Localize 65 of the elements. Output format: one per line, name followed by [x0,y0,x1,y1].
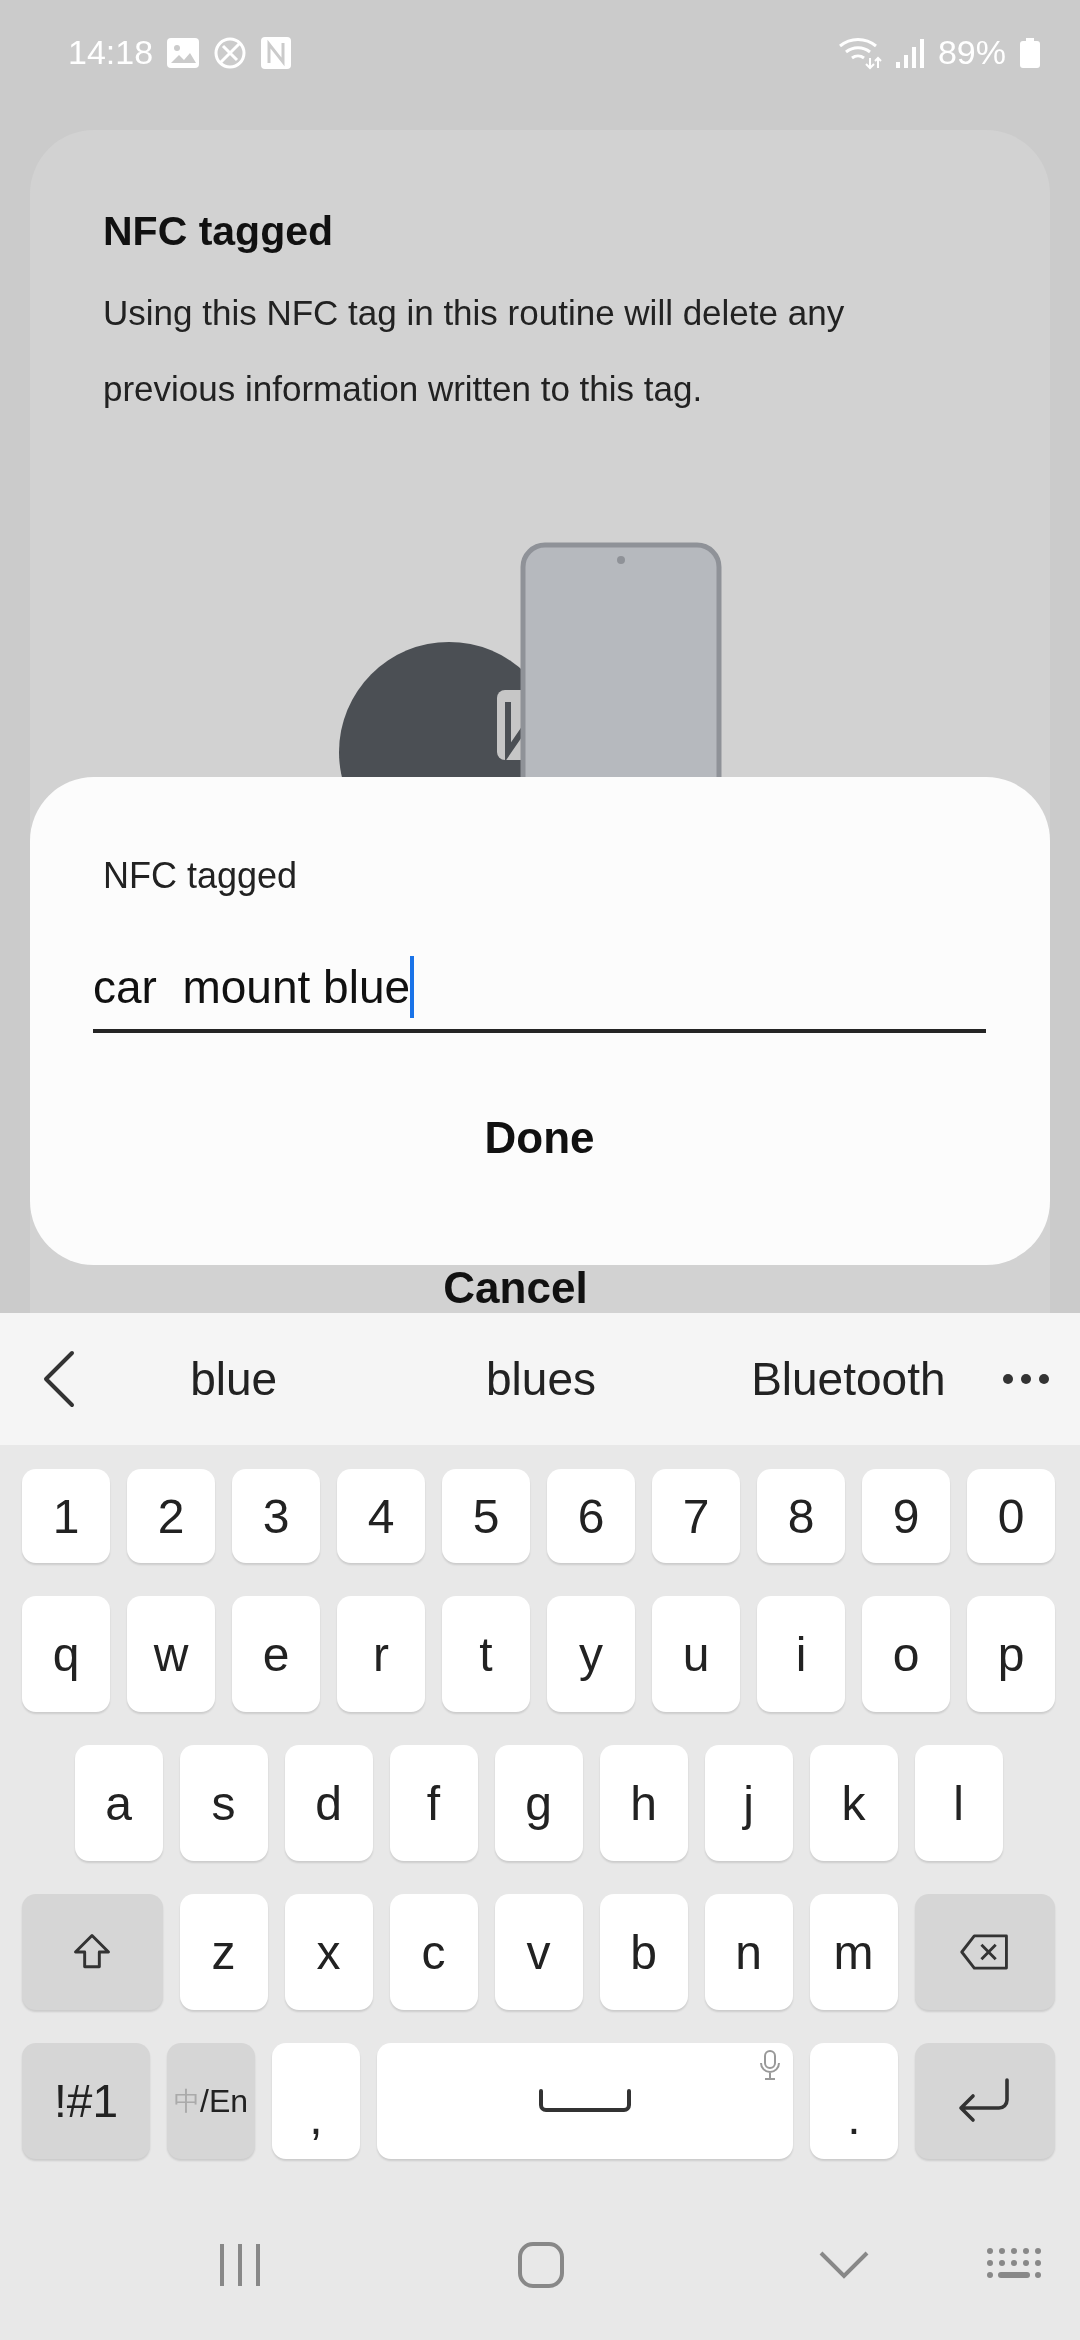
keyboard-key[interactable]: j [704,1745,793,1861]
keyboard-key[interactable]: , [272,2043,360,2159]
keyboard-key[interactable]: 6 [547,1469,635,1563]
keyboard-key[interactable]: f [389,1745,478,1861]
keyboard-key[interactable]: r [337,1596,425,1712]
keyboard-key[interactable]: y [547,1596,635,1712]
keyboard-key[interactable]: d [284,1745,373,1861]
space-bracket-icon [538,2088,632,2114]
shift-key[interactable] [22,1894,163,2010]
signal-icon [895,37,924,68]
image-icon [167,37,200,68]
keyboard-key[interactable]: s [179,1745,268,1861]
keyboard-key[interactable]: 1 [22,1469,110,1563]
recent-apps-icon[interactable] [218,2242,262,2288]
enter-key[interactable] [915,2043,1055,2159]
keyboard-key[interactable]: w [127,1596,215,1712]
keyboard-key[interactable]: 8 [757,1469,845,1563]
keyboard-key[interactable]: t [442,1596,530,1712]
keyboard-key[interactable]: 2 [127,1469,215,1563]
done-button[interactable]: Done [444,1103,635,1173]
nfc-icon [261,36,292,69]
keyboard-key[interactable]: c [389,1894,478,2010]
keyboard-key[interactable]: z [179,1894,268,2010]
card-title: NFC tagged [103,208,334,255]
keyboard-key[interactable]: p [967,1596,1055,1712]
home-icon[interactable] [517,2241,565,2289]
keyboard-key[interactable]: 4 [337,1469,425,1563]
more-icon[interactable] [1002,1373,1050,1385]
microphone-icon [759,2049,781,2081]
keyboard-key[interactable]: u [652,1596,740,1712]
keyboard-key[interactable]: q [22,1596,110,1712]
keyboard-key[interactable]: 3 [232,1469,320,1563]
keyboard-key[interactable]: . [810,2043,898,2159]
keyboard-key[interactable]: 7 [652,1469,740,1563]
battery-icon [1020,37,1040,68]
keyboard-key[interactable]: v [494,1894,583,2010]
keyboard-key[interactable]: 9 [862,1469,950,1563]
card-description: Using this NFC tag in this routine will delete any previous information written to this tag. [103,292,846,410]
keyboard-key[interactable]: a [74,1745,163,1861]
keyboard-key[interactable]: m [809,1894,898,2010]
keyboard-key[interactable]: n [704,1894,793,2010]
suggestion[interactable]: blue [190,1353,278,1405]
suggestion[interactable]: blues [486,1353,596,1405]
keyboard-key[interactable]: l [914,1745,1003,1861]
keyboard-key[interactable]: e [232,1596,320,1712]
keyboard-key[interactable]: o [862,1596,950,1712]
name-input-field[interactable]: car mount blue [93,945,986,1033]
backspace-icon [959,1933,1010,1971]
keyboard-key[interactable]: b [599,1894,688,2010]
blocked-icon [213,35,248,70]
dialog-title: NFC tagged [103,855,299,897]
backspace-key[interactable] [914,1894,1055,2010]
suggestion[interactable]: Bluetooth [751,1353,946,1405]
cancel-button[interactable]: Cancel [443,1263,588,1313]
keyboard-key[interactable]: h [599,1745,688,1861]
wifi-icon [837,35,882,70]
symbols-key[interactable]: !#1 [22,2043,150,2159]
keyboard-key[interactable]: g [494,1745,583,1861]
text-cursor [410,956,415,1018]
keyboard-key[interactable]: i [757,1596,845,1712]
keyboard-key[interactable]: k [809,1745,898,1861]
keyboard-key[interactable]: 5 [442,1469,530,1563]
chevron-down-icon[interactable] [818,2250,870,2280]
keyboard-key[interactable]: 0 [967,1469,1055,1563]
keyboard-key[interactable]: x [284,1894,373,2010]
